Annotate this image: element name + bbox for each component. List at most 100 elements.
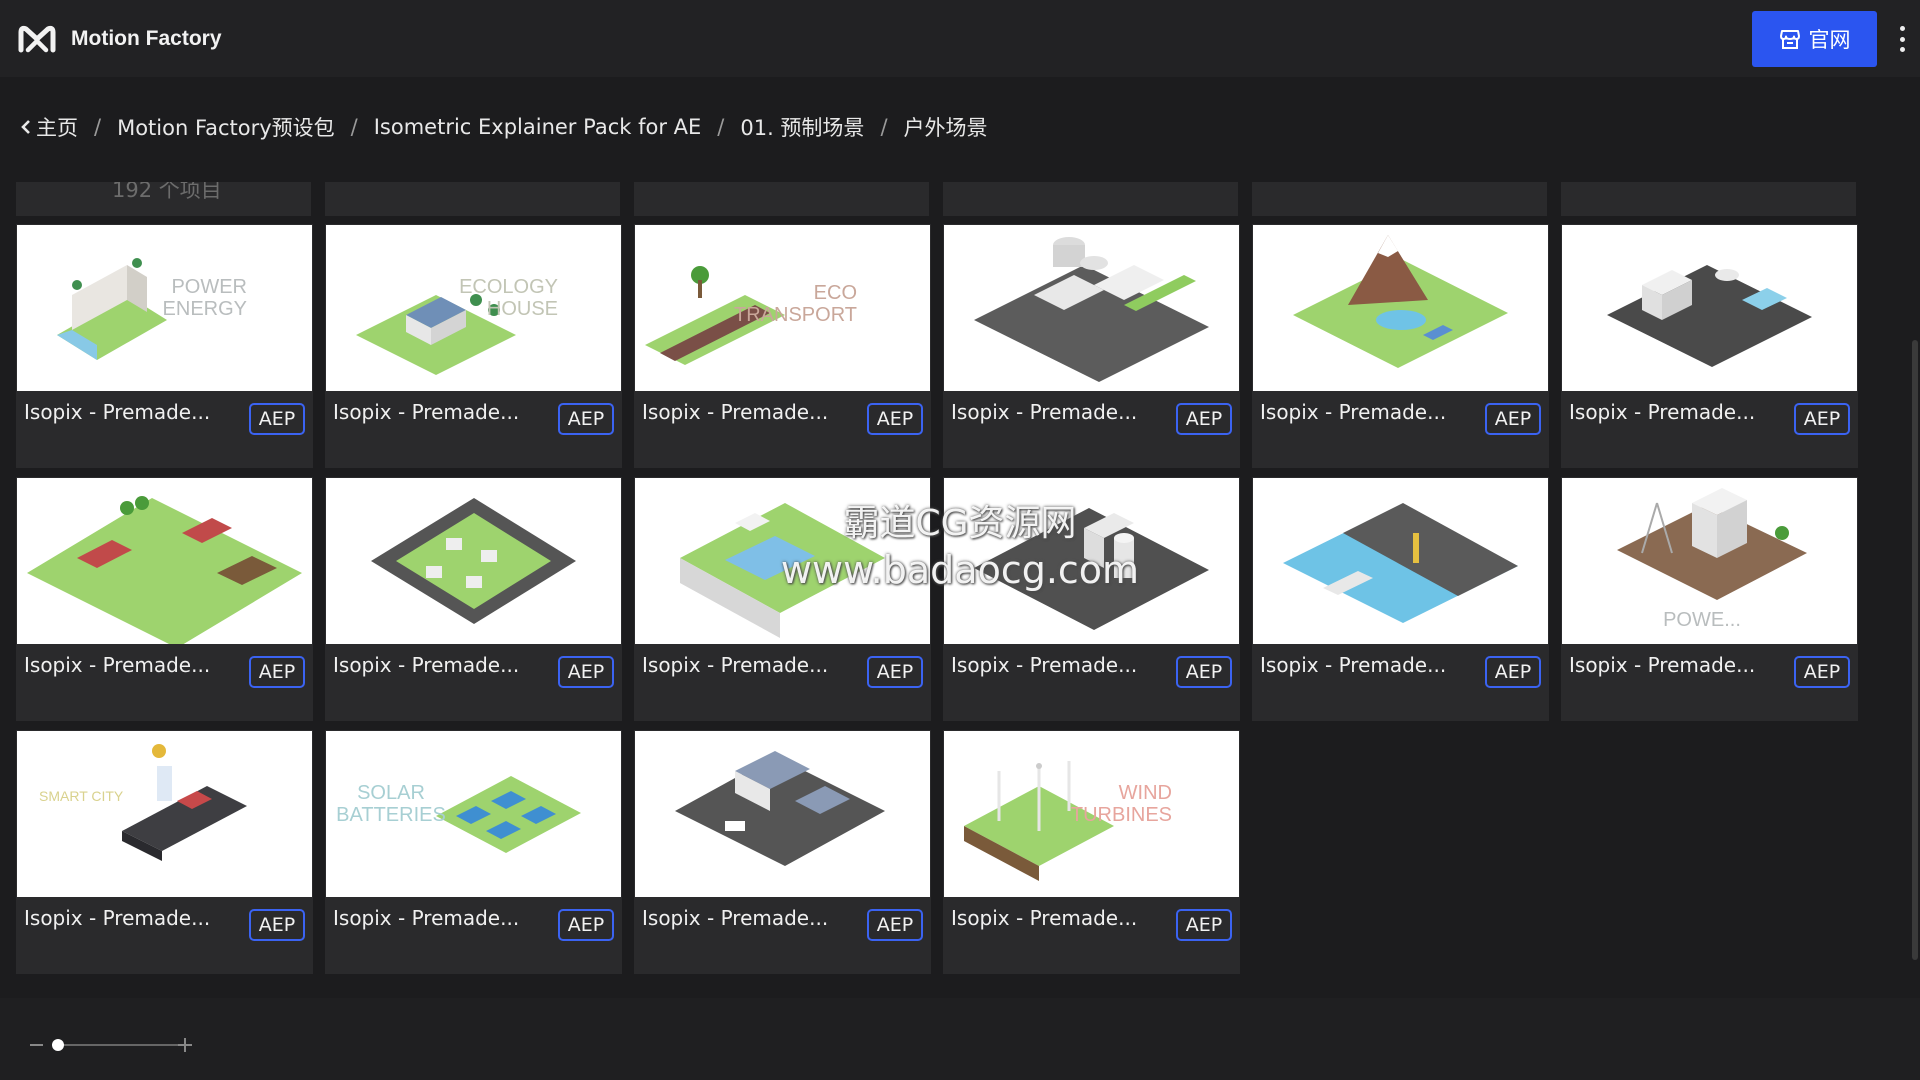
asset-thumbnail[interactable] bbox=[1253, 225, 1548, 391]
slider-handle[interactable] bbox=[52, 1039, 64, 1051]
asset-card[interactable]: SMART CITY Isopix - Premade... AEP bbox=[16, 730, 313, 974]
asset-card[interactable]: POWE... Isopix - Premade... AEP bbox=[1561, 477, 1858, 721]
grid-cell-partial bbox=[325, 182, 620, 216]
thumbnail-caption: BATTERIES bbox=[336, 804, 446, 826]
asset-thumbnail[interactable]: ECO TRANSPORT bbox=[635, 225, 930, 391]
asset-name: Isopix - Premade... bbox=[1260, 400, 1447, 424]
grid-cell-partial bbox=[1561, 182, 1856, 216]
scene-illustration bbox=[1607, 265, 1812, 367]
thumbnail-size-slider[interactable] bbox=[30, 1036, 198, 1054]
asset-name: Isopix - Premade... bbox=[333, 400, 520, 424]
slider-track[interactable] bbox=[58, 1044, 180, 1046]
scene-illustration: WINDTURBINES bbox=[964, 761, 1172, 881]
asset-card[interactable]: Isopix - Premade... AEP bbox=[943, 224, 1240, 468]
thumbnail-caption: HOUSE bbox=[487, 298, 558, 320]
scene-illustration bbox=[974, 508, 1209, 630]
grid-cell-partial: 192 个项目 bbox=[16, 182, 311, 216]
breadcrumb-home-label: 主页 bbox=[36, 116, 78, 140]
file-type-badge: AEP bbox=[249, 403, 305, 435]
file-type-badge: AEP bbox=[867, 656, 923, 688]
breadcrumb-separator: / bbox=[350, 115, 358, 139]
asset-thumbnail[interactable]: SOLAR BATTERIES bbox=[326, 731, 621, 897]
asset-card[interactable]: SOLAR BATTERIES Isopix - Premade... AEP bbox=[325, 730, 622, 974]
asset-thumbnail[interactable]: WIND TURBINES bbox=[944, 731, 1239, 897]
file-type-badge: AEP bbox=[1176, 909, 1232, 941]
storefront-icon bbox=[1779, 30, 1800, 49]
asset-card[interactable]: ECOLOGY HOUSE Isopix - Premade... AEP bbox=[325, 224, 622, 468]
file-type-badge: AEP bbox=[1794, 656, 1850, 688]
asset-thumbnail[interactable]: SMART CITY bbox=[17, 731, 312, 897]
file-type-badge: AEP bbox=[867, 909, 923, 941]
official-site-button[interactable]: 官网 bbox=[1752, 11, 1877, 67]
breadcrumb-item-outdoor-scenes[interactable]: 户外场景 bbox=[904, 112, 988, 142]
asset-thumbnail[interactable] bbox=[326, 478, 621, 644]
breadcrumb-item-preset-pack[interactable]: Motion Factory预设包 bbox=[117, 112, 335, 142]
asset-card[interactable]: Isopix - Premade... AEP bbox=[325, 477, 622, 721]
zoom-out-icon[interactable] bbox=[30, 1044, 43, 1046]
app-logo[interactable] bbox=[18, 24, 56, 54]
asset-thumbnail[interactable] bbox=[1562, 225, 1857, 391]
asset-thumbnail[interactable]: ECOLOGY HOUSE bbox=[326, 225, 621, 391]
scene-illustration bbox=[1283, 503, 1518, 623]
file-type-badge: AEP bbox=[867, 403, 923, 435]
thumbnail-caption: POWE... bbox=[1663, 609, 1741, 631]
asset-name: Isopix - Premade... bbox=[642, 906, 829, 930]
item-count: 192 个项目 bbox=[112, 182, 222, 202]
asset-card[interactable]: ECO TRANSPORT Isopix - Premade... AEP bbox=[634, 224, 931, 468]
asset-card[interactable]: Isopix - Premade... AEP bbox=[1252, 477, 1549, 721]
grid-cell-partial bbox=[943, 182, 1238, 216]
file-type-badge: AEP bbox=[249, 656, 305, 688]
file-type-badge: AEP bbox=[249, 909, 305, 941]
breadcrumb-separator: / bbox=[94, 115, 102, 139]
thumbnail-caption: SOLAR bbox=[357, 782, 425, 804]
asset-thumbnail[interactable]: POWE... bbox=[1562, 478, 1857, 644]
asset-name: Isopix - Premade... bbox=[951, 906, 1138, 930]
asset-card[interactable]: Isopix - Premade... AEP bbox=[943, 477, 1240, 721]
asset-card[interactable]: Isopix - Premade... AEP bbox=[634, 477, 931, 721]
thumbnail-caption: POWER bbox=[171, 276, 247, 298]
asset-card[interactable]: Isopix - Premade... AEP bbox=[16, 477, 313, 721]
breadcrumb-home-link[interactable]: 主页 bbox=[20, 112, 78, 142]
chevron-left-icon bbox=[21, 120, 30, 134]
asset-name: Isopix - Premade... bbox=[24, 653, 211, 677]
zoom-in-icon-stem[interactable] bbox=[184, 1038, 186, 1052]
thumbnail-caption: TRANSPORT bbox=[734, 304, 857, 326]
asset-card[interactable]: Isopix - Premade... AEP bbox=[634, 730, 931, 974]
asset-card[interactable]: POWER ENERGY Isopix - Premade... AEP bbox=[16, 224, 313, 468]
scene-illustration: ECOLOGYHOUSE bbox=[356, 276, 558, 375]
asset-thumbnail[interactable] bbox=[635, 731, 930, 897]
breadcrumb-item-premade-scenes[interactable]: 01. 预制场景 bbox=[740, 112, 864, 142]
thumbnail-caption: TURBINES bbox=[1071, 804, 1172, 826]
scene-illustration: SMART CITY bbox=[39, 744, 247, 861]
asset-thumbnail[interactable] bbox=[635, 478, 930, 644]
asset-name: Isopix - Premade... bbox=[24, 906, 211, 930]
grid-cell-partial bbox=[1252, 182, 1547, 216]
file-type-badge: AEP bbox=[1485, 656, 1541, 688]
scene-illustration bbox=[27, 496, 302, 644]
breadcrumb-separator: / bbox=[880, 115, 888, 139]
asset-thumbnail[interactable]: POWER ENERGY bbox=[17, 225, 312, 391]
asset-card[interactable]: Isopix - Premade... AEP bbox=[1252, 224, 1549, 468]
kebab-menu-icon[interactable] bbox=[1896, 26, 1908, 52]
grid-cell-partial bbox=[634, 182, 929, 216]
asset-thumbnail[interactable] bbox=[1253, 478, 1548, 644]
scene-illustration bbox=[680, 503, 885, 638]
file-type-badge: AEP bbox=[558, 656, 614, 688]
breadcrumb-separator: / bbox=[717, 115, 725, 139]
scene-illustration: ECOTRANSPORT bbox=[645, 266, 857, 365]
asset-name: Isopix - Premade... bbox=[24, 400, 211, 424]
official-site-label: 官网 bbox=[1808, 28, 1851, 52]
asset-grid: 192 个项目 POWER ENERGY Isopix - Premade... AE… bbox=[16, 182, 1862, 976]
asset-thumbnail[interactable] bbox=[17, 478, 312, 644]
asset-card[interactable]: WIND TURBINES Isopix - Premade... AEP bbox=[943, 730, 1240, 974]
scrollbar[interactable] bbox=[1912, 340, 1918, 960]
asset-thumbnail[interactable] bbox=[944, 225, 1239, 391]
file-type-badge: AEP bbox=[1794, 403, 1850, 435]
breadcrumb-item-isometric-pack[interactable]: Isometric Explainer Pack for AE bbox=[374, 115, 702, 139]
asset-card[interactable]: Isopix - Premade... AEP bbox=[1561, 224, 1858, 468]
thumbnail-caption: ECOLOGY bbox=[459, 276, 558, 298]
asset-name: Isopix - Premade... bbox=[1260, 653, 1447, 677]
file-type-badge: AEP bbox=[558, 909, 614, 941]
asset-thumbnail[interactable] bbox=[944, 478, 1239, 644]
thumbnail-caption: WIND bbox=[1119, 782, 1172, 804]
